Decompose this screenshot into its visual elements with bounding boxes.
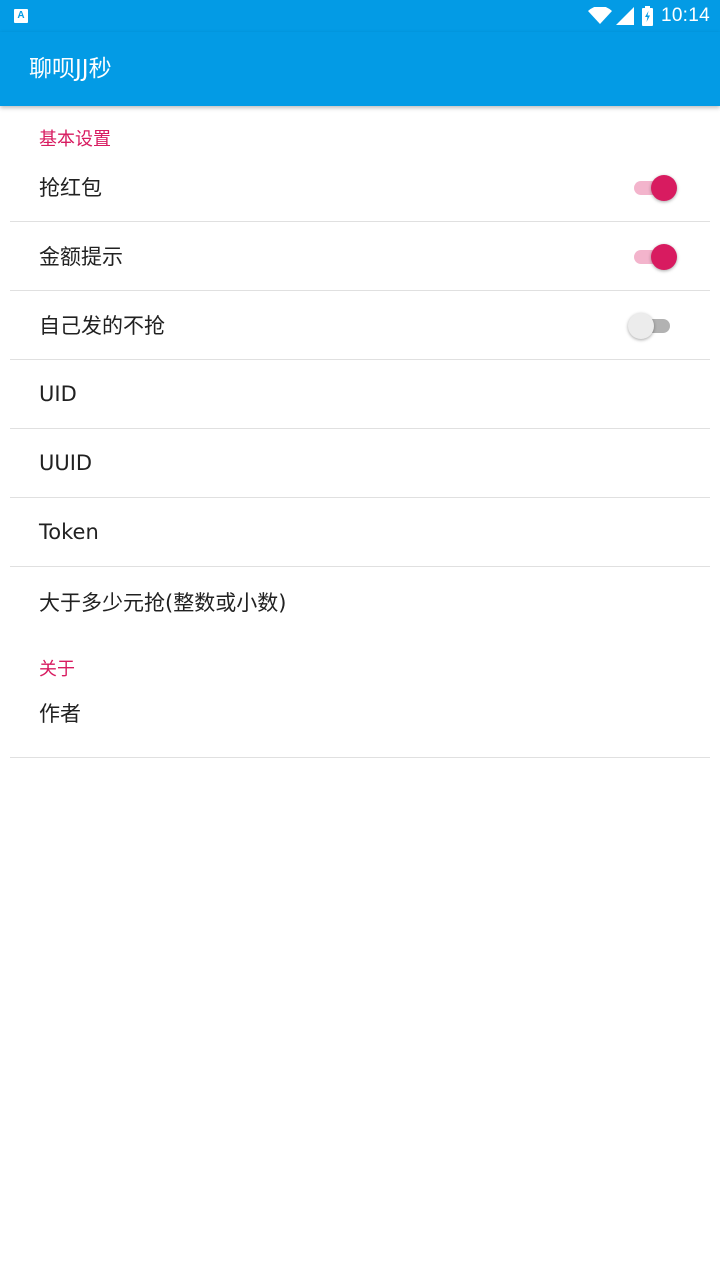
switch-thumb	[651, 244, 677, 270]
section-header-basic: 基本设置	[39, 129, 111, 150]
pref-label: UUID	[39, 451, 93, 475]
pref-skip-own[interactable]: 自己发的不抢	[10, 291, 710, 360]
cell-signal-icon	[615, 7, 634, 25]
pref-author[interactable]: 作者	[10, 696, 710, 758]
pref-uid[interactable]: UID	[10, 360, 710, 429]
app-bar: 聊呗JJ秒	[0, 32, 720, 106]
skip-own-switch[interactable]	[628, 312, 677, 339]
status-bar: A 10:14	[0, 0, 720, 32]
pref-min-amount[interactable]: 大于多少元抢(整数或小数)	[10, 567, 710, 636]
status-time: 10:14	[660, 5, 710, 26]
wifi-icon	[587, 7, 612, 25]
pref-label: 作者	[39, 702, 81, 726]
amount-hint-switch[interactable]	[633, 243, 677, 270]
pref-grab-red-packet[interactable]: 抢红包	[10, 166, 710, 222]
battery-charging-icon	[641, 6, 653, 26]
settings-list: 基本设置 抢红包 金额提示 自己发的不抢 UID UUID Token 大于多少…	[0, 106, 720, 758]
pref-label: 大于多少元抢(整数或小数)	[39, 590, 287, 615]
app-title: 聊呗JJ秒	[29, 56, 112, 82]
pref-label: 金额提示	[39, 245, 123, 269]
pref-token[interactable]: Token	[10, 498, 710, 567]
pref-label: UID	[39, 382, 77, 406]
pref-uuid[interactable]: UUID	[10, 429, 710, 498]
pref-label: Token	[39, 520, 99, 544]
switch-thumb	[628, 313, 654, 339]
section-header-about: 关于	[39, 659, 75, 680]
status-icons: 10:14	[587, 0, 710, 32]
pref-label: 自己发的不抢	[39, 314, 165, 338]
pref-amount-hint[interactable]: 金额提示	[10, 222, 710, 291]
pref-label: 抢红包	[39, 176, 102, 200]
grab-red-packet-switch[interactable]	[633, 174, 677, 201]
notification-app-icon: A	[14, 9, 28, 23]
switch-thumb	[651, 175, 677, 201]
